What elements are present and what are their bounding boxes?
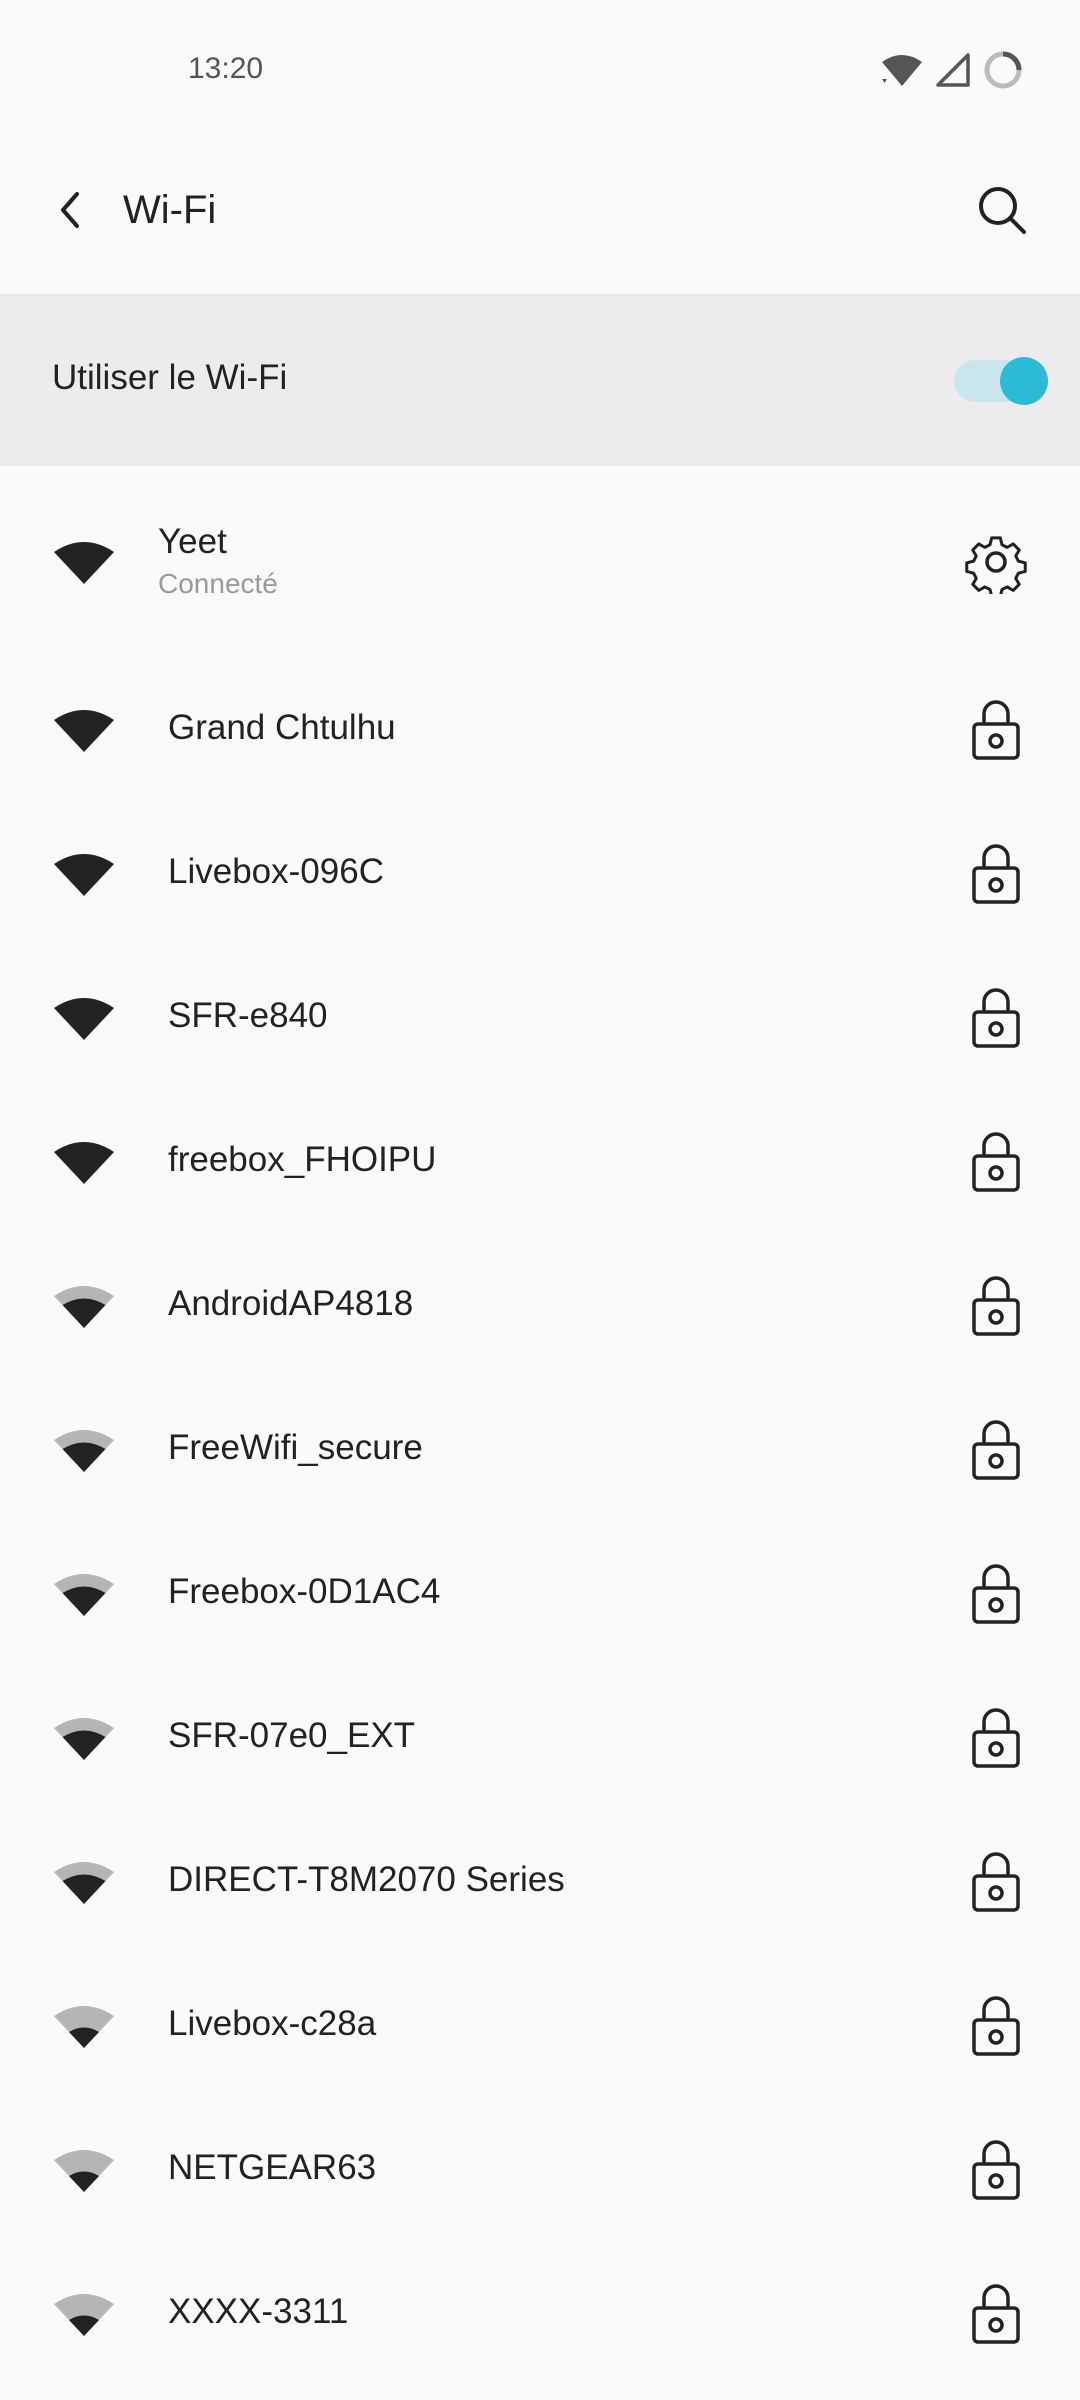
lock-icon — [972, 1708, 1020, 1768]
connected-network-name: Yeet — [158, 522, 227, 561]
wifi-low-icon — [54, 2006, 114, 2048]
network-name: XXXX-3311 — [168, 2292, 349, 2331]
wifi-medium-icon — [54, 1430, 114, 1472]
lock-icon — [972, 2140, 1020, 2200]
page-title: Wi-Fi — [123, 188, 217, 232]
network-name: Livebox-096C — [168, 852, 384, 891]
lock-icon — [972, 1420, 1020, 1480]
network-name: Grand Chtulhu — [168, 708, 396, 747]
lock-icon — [972, 988, 1020, 1048]
status-time: 13:20 — [188, 52, 264, 85]
network-row[interactable]: SFR-07e0_EXT — [0, 1666, 1080, 1810]
network-name: AndroidAP4818 — [168, 1284, 414, 1323]
lock-icon — [972, 1852, 1020, 1912]
network-name: Freebox-0D1AC4 — [168, 1572, 441, 1611]
use-wifi-row[interactable]: Utiliser le Wi-Fi — [0, 296, 1080, 466]
network-name: FreeWifi_secure — [168, 1428, 423, 1467]
wifi-full-icon — [54, 998, 114, 1040]
status-bar: 13:20 — [0, 0, 1080, 140]
wifi-full-icon — [54, 854, 114, 896]
battery-saver-icon — [984, 51, 1022, 89]
network-name: freebox_FHOIPU — [168, 1140, 437, 1179]
wifi-medium-icon — [54, 1718, 114, 1760]
status-icons — [880, 48, 1024, 92]
network-name: SFR-e840 — [168, 996, 328, 1035]
wifi-signal-icon — [882, 55, 922, 86]
network-name: NETGEAR63 — [168, 2148, 377, 2187]
lock-icon — [972, 1996, 1020, 2056]
network-row[interactable]: Livebox-096C — [0, 802, 1080, 946]
network-row[interactable]: Freebox-0D1AC4 — [0, 1522, 1080, 1666]
connected-network-status: Connecté — [158, 568, 278, 599]
network-name: DIRECT-T8M2070 Series — [168, 1860, 565, 1899]
network-row[interactable]: freebox_FHOIPU — [0, 1090, 1080, 1234]
wifi-toggle-switch[interactable] — [954, 356, 1048, 406]
use-wifi-label: Utiliser le Wi-Fi — [52, 358, 288, 397]
switch-thumb — [1000, 357, 1048, 405]
wifi-low-icon — [54, 2294, 114, 2336]
wifi-full-icon — [54, 710, 114, 752]
cell-signal-icon — [936, 53, 970, 87]
network-row[interactable]: XXXX-3311 — [0, 2242, 1080, 2386]
search-icon — [979, 187, 1026, 234]
lock-icon — [972, 2284, 1020, 2344]
wifi-low-icon — [54, 2150, 114, 2192]
network-name: SFR-07e0_EXT — [168, 1716, 416, 1755]
network-row[interactable]: NETGEAR63 — [0, 2098, 1080, 2242]
wifi-medium-icon — [54, 1574, 114, 1616]
network-row[interactable]: Grand Chtulhu — [0, 658, 1080, 802]
network-row[interactable]: FreeWifi_secure — [0, 1378, 1080, 1522]
network-name: Livebox-c28a — [168, 2004, 377, 2043]
lock-icon — [972, 700, 1020, 760]
app-bar: Wi-Fi — [0, 140, 1080, 296]
wifi-medium-icon — [54, 1862, 114, 1904]
wifi-full-icon — [54, 542, 114, 584]
wifi-full-icon — [54, 1142, 114, 1184]
back-arrow-icon — [61, 192, 79, 228]
connected-network-row[interactable]: Yeet Connecté — [0, 466, 1080, 658]
lock-icon — [972, 844, 1020, 904]
lock-icon — [972, 1564, 1020, 1624]
network-row[interactable]: Livebox-c28a — [0, 1954, 1080, 2098]
network-row[interactable]: SFR-e840 — [0, 946, 1080, 1090]
lock-icon — [972, 1132, 1020, 1192]
network-row[interactable]: AndroidAP4818 — [0, 1234, 1080, 1378]
wifi-medium-icon — [54, 1286, 114, 1328]
back-button[interactable] — [44, 184, 96, 236]
lock-icon — [972, 1276, 1020, 1336]
search-button[interactable] — [970, 178, 1034, 242]
network-row[interactable]: DIRECT-T8M2070 Series — [0, 1810, 1080, 1954]
gear-icon[interactable] — [964, 530, 1028, 594]
